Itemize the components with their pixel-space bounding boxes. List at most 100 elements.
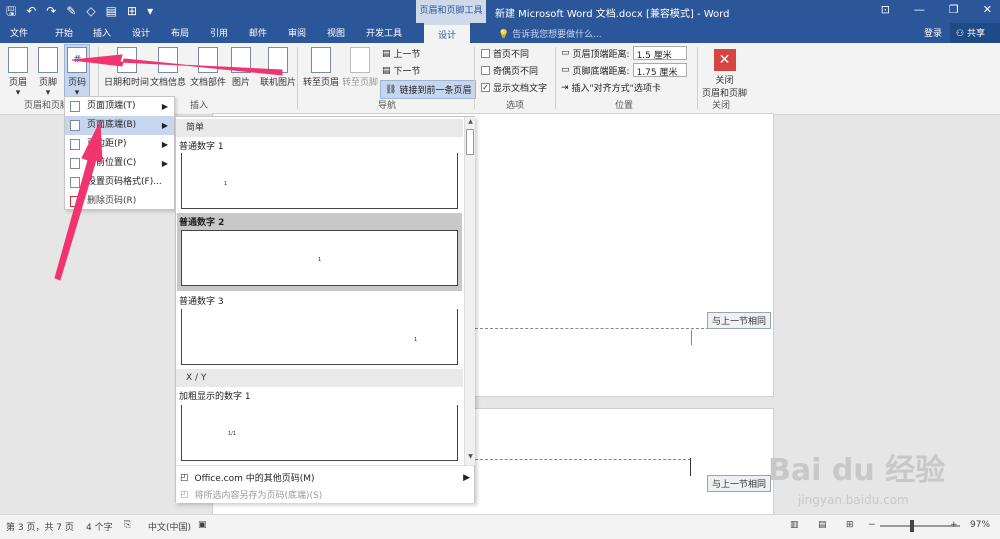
online-picture-button[interactable]: 联机图片 [260,47,296,88]
save-icon[interactable]: 🖫 [6,3,16,19]
scroll-thumb[interactable] [466,129,474,155]
close-x-icon: ✕ [713,49,736,71]
menu-item-top-of-page[interactable]: 页面顶端(T) ▶ [65,97,174,116]
tab-design[interactable]: 设计 [132,26,150,39]
page-number-icon [67,47,87,73]
menu-item-bottom-of-page[interactable]: 页面底端(B) ▶ [65,116,174,135]
print-layout-icon[interactable]: ▤ [818,520,827,530]
word-count[interactable]: 4 个字 [86,520,113,533]
more-page-numbers-office[interactable]: ◰ Office.com 中的其他页码(M) ▶ [180,471,470,485]
gallery-scrollbar[interactable]: ▲ ▼ [464,117,475,465]
lightbulb-icon: 💡 [498,30,513,40]
tab-developer[interactable]: 开发工具 [366,26,402,39]
next-section-button[interactable]: ▤ 下一节 [382,64,421,78]
submenu-arrow-icon: ▶ [161,140,168,149]
menu-item-format-page-numbers[interactable]: 设置页码格式(F)... [65,173,174,192]
insert-align-tab-button[interactable]: ⇥ 插入"对齐方式"选项卡 [561,81,661,95]
footer-button[interactable]: 页脚 ▾ [38,47,58,98]
goto-footer-button[interactable]: 转至页脚 [342,47,378,88]
show-doc-text-checkbox[interactable]: ✓ 显示文档文字 [481,81,547,94]
checkbox-checked-icon: ✓ [481,83,490,92]
gallery-item-plain-number-2[interactable]: 1 [181,230,458,286]
zoom-level[interactable]: 97% [970,520,990,530]
date-time-button[interactable]: 日期和时间 [104,47,149,88]
tab-file[interactable]: 文件 [10,26,28,39]
doc-parts-button[interactable]: 文档部件 [190,47,226,88]
link-to-previous-button[interactable]: ⛓ 链接到前一条页眉 [380,80,477,99]
doc-info-button[interactable]: 文档信息 [150,47,186,88]
gallery-item-plain-number-3[interactable]: 1 [181,309,458,365]
shape-icon[interactable]: ◇ [86,3,95,19]
tab-review[interactable]: 审阅 [288,26,306,39]
login-button[interactable]: 登录 [924,26,942,39]
link-icon: ⛓ [385,84,397,95]
current-position-icon [70,158,80,169]
redo-icon[interactable]: ↷ [46,3,56,19]
picture-button[interactable]: 图片 [231,47,251,88]
scroll-down-icon[interactable]: ▼ [466,453,475,460]
tab-view[interactable]: 视图 [327,26,345,39]
zoom-out-icon[interactable]: − [868,520,876,530]
page-number-button[interactable]: 页码▾ [64,44,90,101]
diff-first-page-checkbox[interactable]: 首页不同 [481,47,529,60]
format-painter-icon[interactable]: ✎ [66,3,76,19]
scroll-up-icon[interactable]: ▲ [466,118,475,125]
gallery-item-label: 加粗显示的数字 1 [179,392,251,402]
doc-parts-icon [198,47,218,73]
page-count[interactable]: 第 3 页，共 7 页 [6,520,74,533]
menu-item-current-position[interactable]: 当前位置(C) ▶ [65,154,174,173]
proofing-icon[interactable]: ⎘ [124,520,131,530]
tab-home[interactable]: 开始 [55,26,73,39]
tab-header-footer-design[interactable]: 设计 [424,23,471,43]
quick-access-toolbar: 🖫 ↶ ↷ ✎ ◇ ▤ ⊞ ▾ [6,3,153,19]
restore-icon[interactable]: ❐ [949,3,959,16]
menu-item-remove-page-numbers[interactable]: 删除页码(R) [65,192,174,211]
save-selection-as-page-number[interactable]: ◰ 将所选内容另存为页码(底端)(S) [180,488,470,502]
submenu-arrow-icon: ▶ [161,102,168,111]
minimize-icon[interactable]: — [914,3,925,16]
group-header-footer: 页眉和页脚 [24,101,70,111]
gallery-footer: ◰ Office.com 中的其他页码(M) ▶ ◰ 将所选内容另存为页码(底端)(S… [176,465,474,503]
doc-info-icon [158,47,178,73]
page-number-menu: 页面顶端(T) ▶ 页面底端(B) ▶ 页边距(P) ▶ 当前位置(C) ▶ 设置页码格… [64,96,175,210]
gallery-item-label: 普通数字 3 [179,297,224,307]
share-button[interactable]: ⚇ 共享 [950,23,1000,43]
goto-header-button[interactable]: 转至页眉 [303,47,339,88]
ribbon-display-icon[interactable]: ⊡ [881,3,890,16]
footer-distance-input[interactable]: 1.75 厘米 [632,63,687,78]
tab-insert[interactable]: 插入 [93,26,111,39]
table-icon[interactable]: ⊞ [127,3,137,19]
remove-page-number-icon [70,196,80,207]
group-position: 位置 [615,101,634,111]
close-icon[interactable]: ✕ [983,3,992,16]
window-controls: ⊡ — ❐ ✕ [881,3,992,16]
header-button[interactable]: 页眉 ▾ [8,47,28,98]
tab-mailings[interactable]: 邮件 [249,26,267,39]
diff-odd-even-checkbox[interactable]: 奇偶页不同 [481,64,538,77]
undo-icon[interactable]: ↶ [26,3,36,19]
close-header-footer-button[interactable]: ✕ 关闭 页眉和页脚 [702,49,747,99]
macro-record-icon[interactable]: ▣ [198,520,207,530]
header-top-distance: ▭ 页眉顶端距离: 1.5 厘米 [561,46,687,61]
checkbox-icon [481,49,490,58]
menu-item-page-margins[interactable]: 页边距(P) ▶ [65,135,174,154]
goto-header-icon [311,47,331,73]
header-distance-input[interactable]: 1.5 厘米 [632,46,687,61]
gallery-item-bold-number-1[interactable]: 1/1 [181,405,458,461]
zoom-in-icon[interactable]: + [950,520,958,530]
page-top-icon [70,101,80,112]
read-mode-icon[interactable]: ▥ [790,520,799,530]
tab-layout[interactable]: 布局 [171,26,189,39]
web-layout-icon[interactable]: ⊞ [846,520,854,530]
same-as-previous-tag: 与上一节相同 [707,475,772,492]
zoom-slider-knob[interactable] [910,520,914,532]
zoom-slider[interactable] [880,525,960,527]
prev-section-button[interactable]: ▤ 上一节 [382,47,421,61]
customize-qat-icon[interactable]: ▾ [147,3,153,19]
layout-icon[interactable]: ▤ [106,3,117,19]
language-status[interactable]: 中文(中国) [148,520,191,533]
calendar-icon [116,47,137,73]
tab-references[interactable]: 引用 [210,26,228,39]
gallery-item-plain-number-1[interactable]: 1 [181,153,458,209]
tell-me-search[interactable]: 💡 告诉我您想要做什么... [498,27,602,40]
